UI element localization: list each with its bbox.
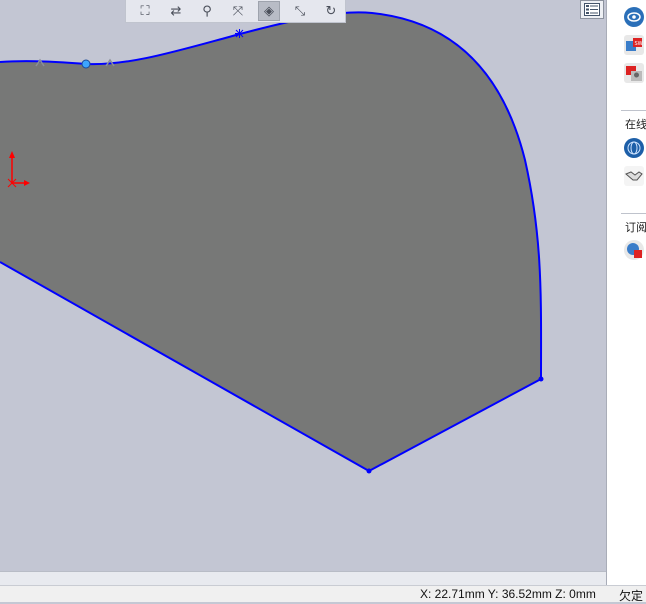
svg-text:SW: SW xyxy=(635,41,643,47)
spline-point-handle[interactable] xyxy=(81,59,91,69)
task-pane-divider xyxy=(621,213,646,214)
design-library-icon[interactable]: SW xyxy=(624,35,644,55)
pan-button[interactable]: ↻ xyxy=(320,1,342,21)
cursor-coordinates: X: 22.71mm Y: 36.52mm Z: 0mm xyxy=(420,587,596,601)
file-explorer-icon[interactable] xyxy=(624,63,644,83)
display-options-button[interactable] xyxy=(580,0,604,19)
view-orientation-icon: ⤡ xyxy=(294,3,306,18)
graphics-viewport[interactable]: ⛶ ⇄ ⚲ ⤧ ◈ ⤡ ↻ xyxy=(0,0,606,571)
sketch-endpoint[interactable] xyxy=(538,376,544,382)
section-view-icon: ◈ xyxy=(264,3,274,18)
viewport-bottom-strip xyxy=(0,571,606,585)
solidworks-resources-icon[interactable] xyxy=(624,7,644,27)
zoom-to-area-icon: ⇄ xyxy=(170,3,182,18)
pan-icon: ↻ xyxy=(325,3,337,18)
rotate-view-icon: ⤧ xyxy=(232,3,244,18)
section-view-button[interactable]: ◈ xyxy=(258,1,280,21)
list-view-icon xyxy=(584,3,600,16)
task-pane: SW 在线 订阅 xyxy=(606,0,646,585)
sketch-profile-region[interactable] xyxy=(0,12,542,471)
status-bar: X: 22.71mm Y: 36.52mm Z: 0mm 欠定 xyxy=(0,585,646,603)
zoom-in-out-icon: ⚲ xyxy=(202,3,212,18)
sketch-endpoint[interactable] xyxy=(366,468,372,474)
handshake-icon[interactable] xyxy=(624,166,644,186)
view-orientation-button[interactable]: ⤡ xyxy=(289,1,311,21)
task-pane-divider xyxy=(621,110,646,111)
heads-up-view-toolbar: ⛶ ⇄ ⚲ ⤧ ◈ ⤡ ↻ xyxy=(125,0,346,23)
online-globe-icon[interactable] xyxy=(624,138,644,158)
zoom-in-out-button[interactable]: ⚲ xyxy=(196,1,218,21)
spline-point-marker[interactable] xyxy=(235,29,244,38)
sketch-definition-status: 欠定 xyxy=(619,589,644,603)
zoom-to-fit-button[interactable]: ⛶ xyxy=(134,1,156,21)
sketch-canvas[interactable] xyxy=(0,0,606,571)
zoom-to-area-button[interactable]: ⇄ xyxy=(165,1,187,21)
subscription-services-icon[interactable] xyxy=(624,240,644,260)
zoom-to-fit-icon: ⛶ xyxy=(140,3,150,18)
rotate-view-button[interactable]: ⤧ xyxy=(227,1,249,21)
online-section-heading: 在线 xyxy=(625,119,646,131)
subscribe-section-heading: 订阅 xyxy=(625,222,646,234)
